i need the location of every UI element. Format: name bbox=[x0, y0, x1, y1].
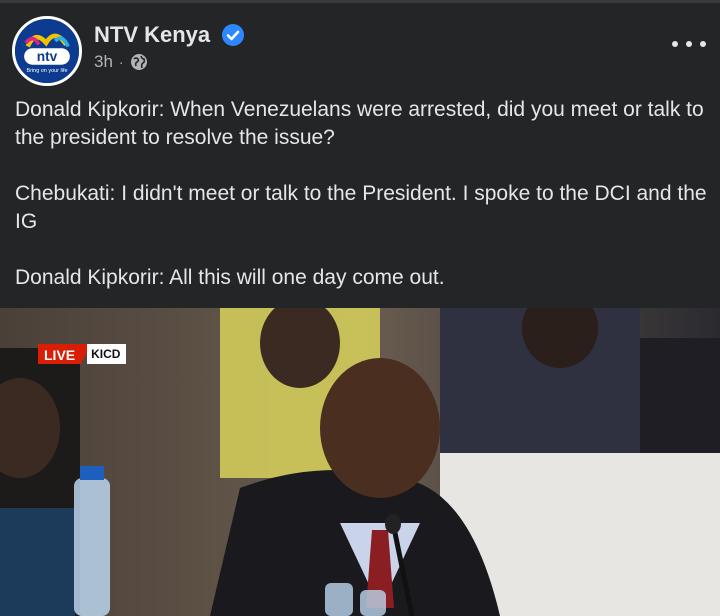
more-options-dot bbox=[700, 41, 706, 47]
avatar-tagline: Bring on your life bbox=[26, 68, 67, 74]
page-avatar[interactable]: ntv Bring on your life bbox=[12, 16, 82, 86]
post-photo[interactable]: LIVE KICD bbox=[0, 308, 720, 616]
post-paragraph: Chebukati: I didn't meet or talk to the … bbox=[15, 182, 707, 233]
post-paragraph: Donald Kipkorir: All this will one day c… bbox=[15, 266, 445, 289]
ntv-logo: ntv Bring on your life bbox=[15, 19, 79, 83]
live-badge: LIVE KICD bbox=[38, 344, 127, 364]
more-options-dot bbox=[672, 41, 678, 47]
timestamp-link[interactable]: 3h bbox=[94, 52, 113, 72]
post-paragraph: Donald Kipkorir: When Venezuelans were a… bbox=[15, 98, 704, 149]
post-meta: 3h · bbox=[94, 52, 148, 72]
avatar-text: ntv bbox=[37, 49, 58, 64]
meta-separator: · bbox=[118, 54, 124, 70]
channel-label: KICD bbox=[87, 344, 127, 364]
page-name-link[interactable]: NTV Kenya bbox=[94, 22, 210, 48]
post-card: ntv Bring on your life NTV Kenya 3h · Do… bbox=[0, 0, 720, 616]
more-options-dot bbox=[686, 41, 692, 47]
post-text: Donald Kipkorir: When Venezuelans were a… bbox=[15, 96, 707, 292]
post-header: ntv Bring on your life NTV Kenya 3h · bbox=[0, 8, 720, 92]
live-label: LIVE bbox=[38, 344, 82, 364]
divider bbox=[0, 0, 720, 3]
globe-icon[interactable] bbox=[130, 53, 148, 71]
more-options-button[interactable] bbox=[672, 32, 706, 56]
verified-badge-icon bbox=[222, 24, 244, 46]
